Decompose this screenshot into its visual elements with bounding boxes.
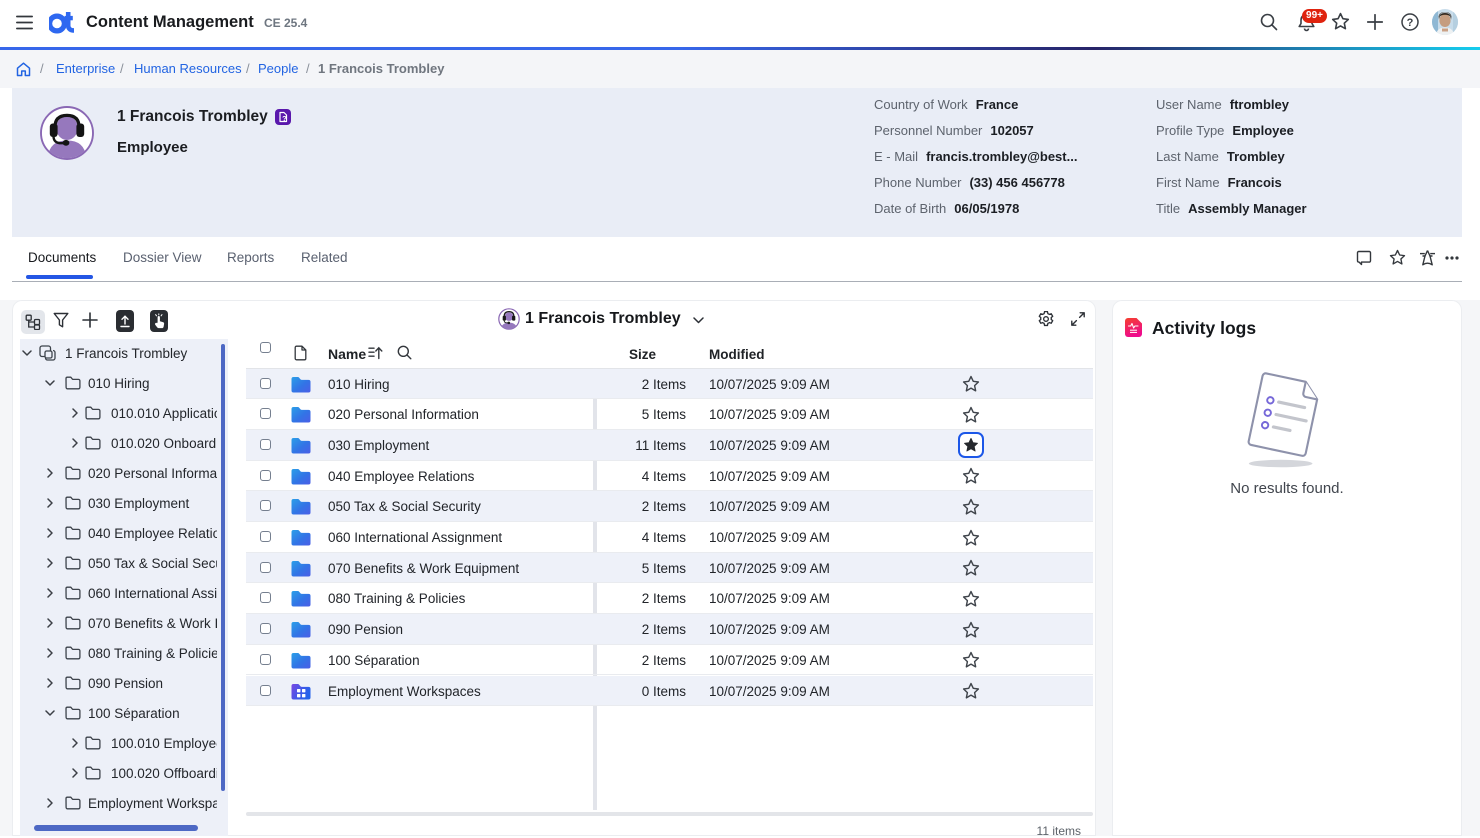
svg-text:?: ?: [282, 114, 287, 123]
svg-text:?: ?: [1407, 17, 1414, 29]
